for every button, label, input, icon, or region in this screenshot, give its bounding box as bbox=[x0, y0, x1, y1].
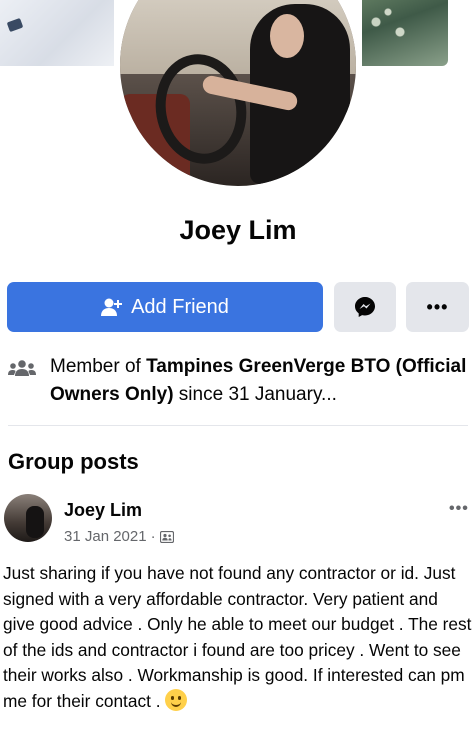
post-date[interactable]: 31 Jan 2021 bbox=[64, 528, 147, 545]
membership-suffix: since 31 January... bbox=[173, 384, 337, 405]
post-text-content: Just sharing if you have not found any c… bbox=[3, 563, 472, 711]
message-button[interactable] bbox=[334, 282, 396, 332]
profile-picture[interactable] bbox=[120, 0, 356, 186]
post-options-button[interactable]: ••• bbox=[449, 500, 469, 518]
members-only-icon bbox=[159, 530, 174, 543]
meta-separator: · bbox=[150, 528, 156, 545]
more-options-button[interactable]: ••• bbox=[406, 282, 469, 332]
group-icon bbox=[8, 360, 36, 376]
post-text: Just sharing if you have not found any c… bbox=[3, 561, 473, 714]
smiley-emoji-icon bbox=[164, 688, 187, 711]
membership-text: Member of Tampines GreenVerge BTO (Offic… bbox=[50, 353, 470, 409]
cover-photo-left bbox=[0, 0, 132, 66]
post-meta: 31 Jan 2021 · bbox=[64, 528, 174, 545]
post-author-name[interactable]: Joey Lim bbox=[64, 500, 142, 521]
post-author-avatar[interactable] bbox=[4, 494, 52, 542]
group-posts-heading: Group posts bbox=[8, 449, 139, 474]
profile-name: Joey Lim bbox=[179, 215, 297, 245]
add-friend-label: Add Friend bbox=[131, 295, 229, 318]
add-person-icon bbox=[101, 298, 123, 316]
messenger-icon bbox=[355, 297, 375, 317]
membership-prefix: Member of bbox=[50, 356, 147, 377]
avatar-face bbox=[270, 14, 304, 58]
section-divider bbox=[8, 425, 468, 426]
add-friend-button[interactable]: Add Friend bbox=[7, 282, 323, 332]
